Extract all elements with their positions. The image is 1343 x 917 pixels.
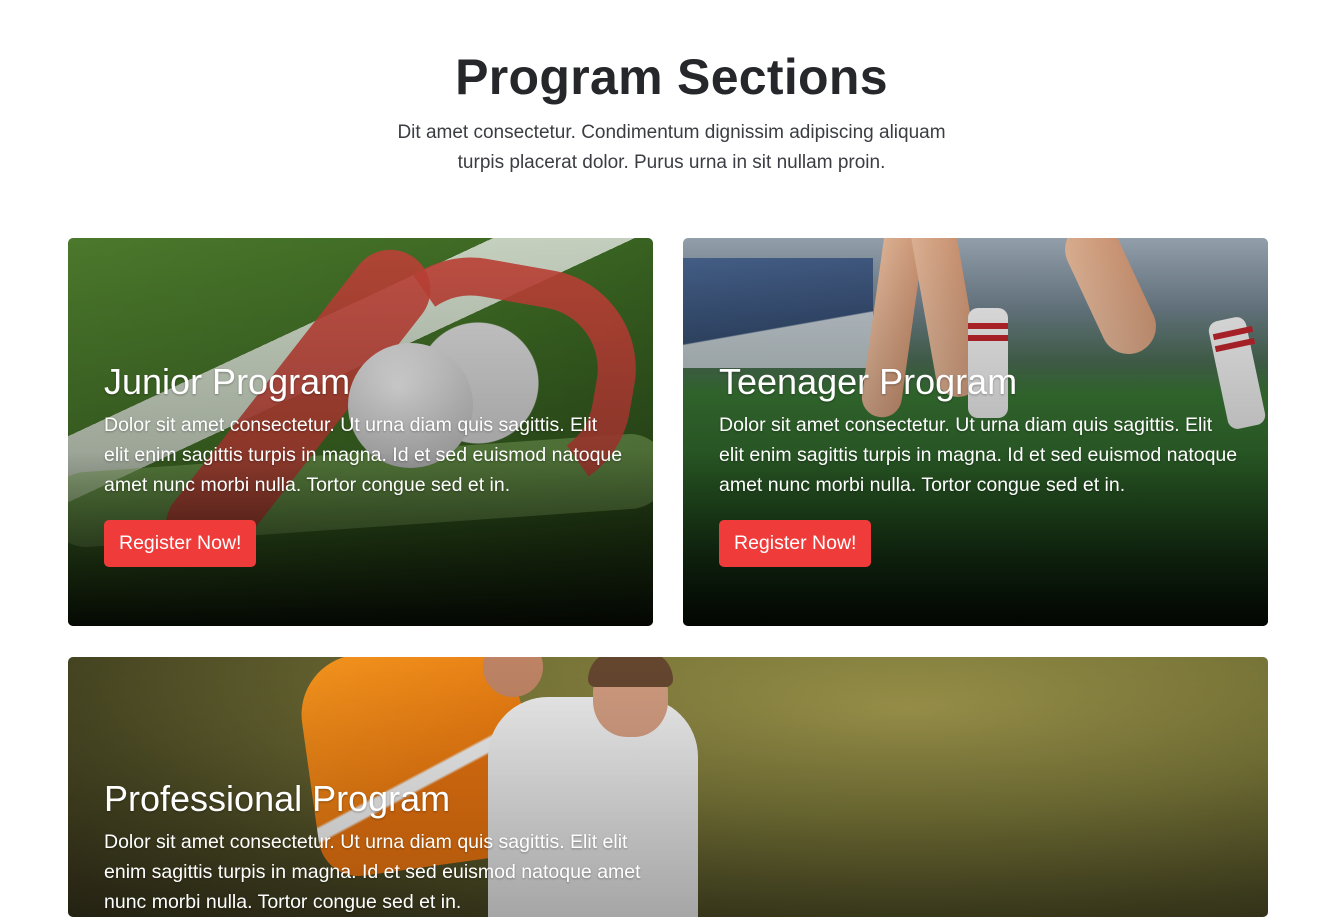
- page-subtitle: Dit amet consectetur. Condimentum dignis…: [397, 122, 946, 173]
- program-title: Professional Program: [104, 778, 451, 819]
- section-header: Program Sections Dit amet consectetur. C…: [0, 44, 1343, 178]
- professional-program-content: Professional Program Dolor sit amet cons…: [104, 777, 1238, 917]
- program-title: Teenager Program: [719, 361, 1018, 402]
- program-card-junior: Junior Program Dolor sit amet consectetu…: [68, 238, 653, 626]
- register-now-button[interactable]: Register Now!: [719, 520, 872, 567]
- register-now-button[interactable]: Register Now!: [104, 520, 257, 567]
- program-card-professional: Professional Program Dolor sit amet cons…: [68, 657, 1268, 917]
- program-title: Junior Program: [104, 361, 351, 402]
- teenager-program-content: Teenager Program Dolor sit amet consecte…: [719, 360, 1238, 567]
- program-description: Dolor sit amet consectetur. Ut urna diam…: [104, 831, 641, 913]
- program-description: Dolor sit amet consectetur. Ut urna diam…: [104, 414, 623, 496]
- junior-program-content: Junior Program Dolor sit amet consectetu…: [104, 360, 623, 567]
- program-card-teenager: Teenager Program Dolor sit amet consecte…: [683, 238, 1268, 626]
- program-description: Dolor sit amet consectetur. Ut urna diam…: [719, 414, 1238, 496]
- page-title: Program Sections: [455, 49, 888, 105]
